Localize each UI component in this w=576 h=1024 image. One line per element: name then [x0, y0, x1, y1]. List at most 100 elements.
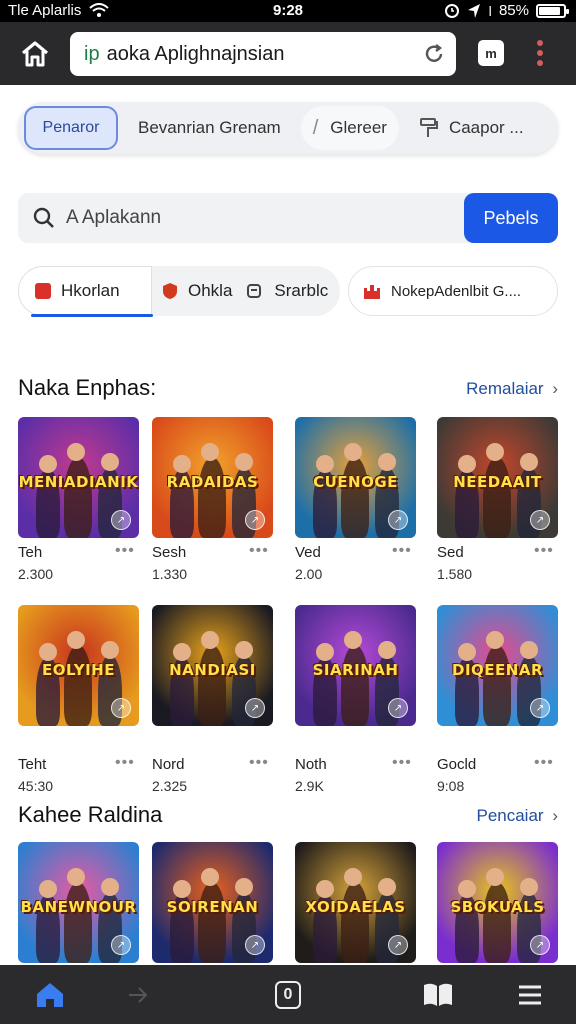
chip-with-slash[interactable]: / Glereer [300, 106, 399, 150]
tab-category-3[interactable]: Srarblc [232, 266, 328, 316]
character-head [38, 455, 57, 473]
game-art-title: NANDIASI [169, 661, 256, 679]
game-tile[interactable]: NEEDAAIT ↗ [437, 417, 558, 538]
more-options-icon[interactable]: ••• [115, 542, 135, 560]
game-tile[interactable]: RADAIDAS ↗ [152, 417, 273, 538]
hamburger-icon [519, 985, 541, 1005]
character-head [100, 641, 119, 659]
category-tabs: Hkorlan Ohkla Srarblc [18, 266, 340, 317]
game-count: 1.580 [437, 566, 473, 582]
game-tile[interactable]: SOIRENAN ↗ [152, 842, 273, 963]
play-icon[interactable]: ↗ [111, 510, 131, 530]
game-tile[interactable]: MENIADIANIK ↗ [18, 417, 139, 538]
play-icon[interactable]: ↗ [111, 698, 131, 718]
tab-category-2[interactable]: Ohkla [152, 266, 232, 316]
castle-icon [364, 285, 380, 299]
tab-category-1[interactable]: Hkorlan [18, 266, 153, 317]
section-title: Kahee Raldina [18, 802, 163, 827]
play-icon[interactable]: ↗ [388, 698, 408, 718]
tab-label: NokepAdenlbit G.... [391, 282, 522, 300]
home-button[interactable] [16, 36, 54, 72]
tab-switcher-button[interactable]: m [478, 40, 504, 66]
game-name: Nord [152, 756, 185, 773]
battery-icon [536, 3, 569, 18]
bookmarks-nav-button[interactable] [422, 979, 454, 1011]
play-icon[interactable]: ↗ [530, 510, 550, 530]
more-options-icon[interactable]: ••• [115, 754, 135, 772]
play-icon[interactable]: ↗ [388, 935, 408, 955]
play-icon[interactable]: ↗ [530, 698, 550, 718]
overflow-menu-button[interactable] [532, 38, 548, 68]
reload-icon[interactable] [422, 42, 446, 66]
play-icon[interactable]: ↗ [530, 935, 550, 955]
play-icon[interactable]: ↗ [245, 510, 265, 530]
address-bar[interactable]: ip aoka Aplighnajnsian [70, 32, 456, 76]
character-head [377, 878, 396, 896]
chip-with-icon[interactable]: Caapor ... [407, 106, 536, 150]
game-name: Sed [437, 544, 464, 561]
play-icon[interactable]: ↗ [245, 935, 265, 955]
game-tile[interactable]: SBOKUALS ↗ [437, 842, 558, 963]
game-tile[interactable]: XOIDAELAS ↗ [295, 842, 416, 963]
game-tile[interactable]: BANEWNOUR ↗ [18, 842, 139, 963]
more-options-icon[interactable]: ••• [534, 754, 554, 772]
more-options-icon[interactable]: ••• [392, 542, 412, 560]
section-more-link[interactable]: Remalaiar › [466, 379, 558, 399]
game-tile[interactable]: DIQEENAR ↗ [437, 605, 558, 726]
tab-category-4[interactable]: NokepAdenlbit G.... [348, 266, 558, 316]
section-more-link[interactable]: Pencaiar › [476, 806, 558, 826]
character-head [234, 641, 253, 659]
game-count: 2.00 [295, 566, 323, 582]
game-tile[interactable]: NANDIASI ↗ [152, 605, 273, 726]
more-options-icon[interactable]: ••• [249, 754, 269, 772]
more-options-icon[interactable]: ••• [249, 542, 269, 560]
character-head [457, 643, 476, 661]
game-art-title: SIARINAH [312, 661, 399, 679]
character-figure [198, 457, 226, 538]
character-head [234, 453, 253, 471]
character-head [457, 455, 476, 473]
character-figure [483, 457, 511, 538]
chip-label: Glereer [330, 118, 387, 137]
search-button[interactable]: Pebels [464, 193, 558, 243]
character-head [315, 880, 334, 898]
more-options-icon[interactable]: ••• [534, 542, 554, 560]
arrow-right-icon [129, 987, 148, 1003]
home-nav-button[interactable] [34, 979, 66, 1011]
chevron-right-icon: › [552, 806, 558, 825]
play-icon[interactable]: ↗ [111, 935, 131, 955]
search-input[interactable] [66, 193, 466, 243]
character-figure [341, 457, 369, 538]
character-figure [64, 645, 92, 726]
character-head [519, 878, 538, 896]
bottom-navigation: 0 [0, 965, 576, 1024]
game-name: Sesh [152, 544, 187, 561]
play-icon[interactable]: ↗ [388, 510, 408, 530]
menu-nav-button[interactable] [514, 979, 546, 1011]
character-figure [341, 882, 369, 963]
character-head [315, 643, 334, 661]
forward-nav-button[interactable] [122, 979, 154, 1011]
game-name: Gocld [437, 756, 477, 773]
game-tile[interactable]: CUENOGE ↗ [295, 417, 416, 538]
chip[interactable]: Bevanrian Grenam [126, 106, 293, 150]
character-head [519, 453, 538, 471]
slash-icon: / [312, 116, 319, 139]
home-icon [21, 41, 49, 67]
game-tile[interactable]: SIARINAH ↗ [295, 605, 416, 726]
url-scheme: ip [84, 42, 100, 65]
more-options-icon[interactable]: ••• [392, 754, 412, 772]
game-count: 9:08 [437, 778, 465, 794]
character-figure [64, 457, 92, 538]
game-art-title: SBOKUALS [450, 898, 545, 916]
game-tile[interactable]: EOLYIHE ↗ [18, 605, 139, 726]
battery-percent: 85% [498, 2, 529, 19]
chip-label: Caapor ... [448, 118, 524, 137]
tabs-nav-button[interactable]: 0 [272, 979, 304, 1011]
game-name: Teht [18, 756, 47, 773]
character-figure [341, 645, 369, 726]
character-head [315, 455, 334, 473]
section-more-label: Remalaiar [466, 379, 544, 398]
play-icon[interactable]: ↗ [245, 698, 265, 718]
chip-active[interactable]: Penaror [24, 106, 118, 150]
